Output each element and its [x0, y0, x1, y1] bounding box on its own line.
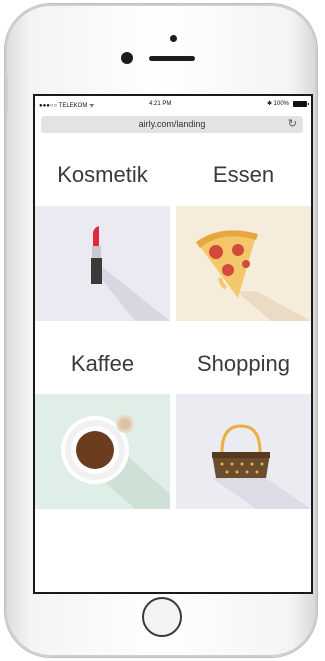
battery-text: ✱ 100%: [266, 101, 289, 107]
battery-icon: [293, 100, 309, 107]
phone-screen: ●●●○○ TELEKOM ᯤ 4:21 PM ✱ 100% airly.com…: [33, 94, 313, 594]
battery-status: ✱ 100%: [266, 100, 309, 107]
coffee-cup-icon: [35, 394, 170, 509]
phone-frame: ●●●○○ TELEKOM ᯤ 4:21 PM ✱ 100% airly.com…: [5, 4, 317, 657]
reload-icon[interactable]: ↻: [288, 118, 297, 130]
carrier-label: ●●●○○ TELEKOM ᯤ: [39, 103, 95, 109]
category-label-shopping[interactable]: Shopping: [176, 351, 311, 377]
category-label-essen[interactable]: Essen: [176, 162, 311, 188]
handbag-icon: [176, 394, 311, 509]
category-label-kosmetik[interactable]: Kosmetik: [35, 162, 170, 188]
category-tile-essen[interactable]: [176, 206, 311, 321]
category-tile-kaffee[interactable]: [35, 394, 170, 509]
pizza-slice-icon: [176, 206, 311, 321]
home-button[interactable]: [142, 597, 182, 637]
url-text[interactable]: airly.com/landing: [41, 119, 303, 129]
category-tile-kosmetik[interactable]: [35, 206, 170, 321]
earpiece-speaker: [149, 56, 195, 61]
category-tile-shopping[interactable]: [176, 394, 311, 509]
proximity-sensor: [121, 52, 133, 64]
clock: 4:21 PM: [149, 101, 172, 107]
volume-button: [5, 74, 8, 114]
category-label-kaffee[interactable]: Kaffee: [35, 351, 170, 377]
front-camera: [170, 35, 177, 42]
address-bar[interactable]: airly.com/landing ↻: [41, 116, 303, 133]
lipstick-icon: [35, 206, 170, 321]
status-bar: ●●●○○ TELEKOM ᯤ 4:21 PM ✱ 100%: [35, 96, 311, 113]
